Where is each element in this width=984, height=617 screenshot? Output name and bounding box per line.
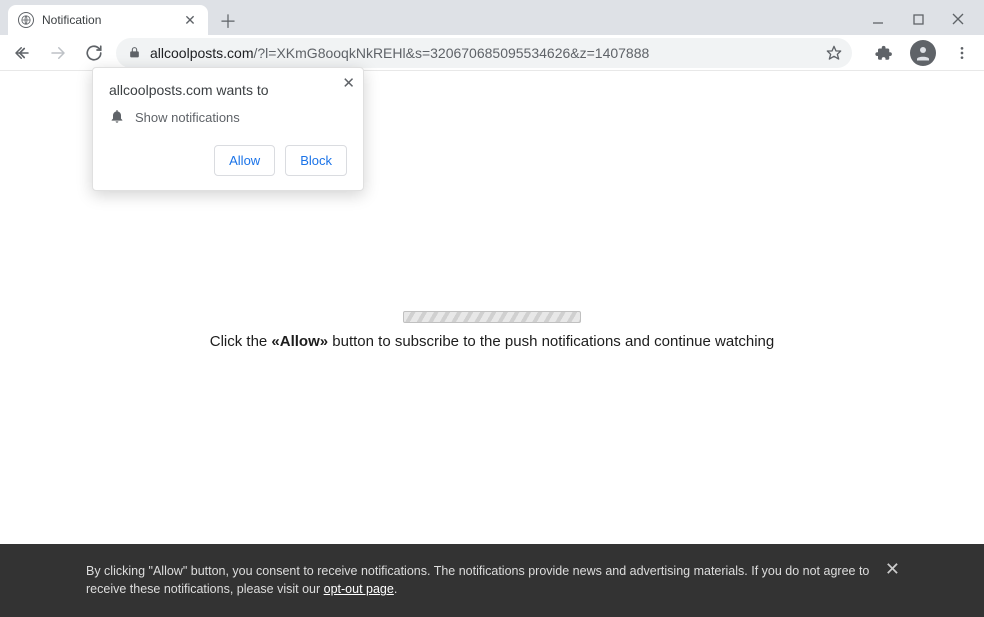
page-center: Click the «Allow» button to subscribe to… xyxy=(0,311,984,350)
tab-close-icon[interactable]: ✕ xyxy=(182,12,198,28)
tab-title: Notification xyxy=(42,13,174,27)
consent-bar: ✕ By clicking "Allow" button, you consen… xyxy=(0,544,984,617)
extensions-icon[interactable] xyxy=(870,39,898,67)
block-button[interactable]: Block xyxy=(285,145,347,176)
consent-text-2: . xyxy=(394,582,397,596)
page-viewport: ✕ allcoolposts.com wants to Show notific… xyxy=(0,71,984,617)
globe-icon xyxy=(18,12,34,28)
menu-kebab-icon[interactable] xyxy=(948,39,976,67)
browser-tab[interactable]: Notification ✕ xyxy=(8,5,208,35)
window-minimize-icon[interactable] xyxy=(866,7,890,31)
window-close-icon[interactable] xyxy=(946,7,970,31)
instruction-text: Click the «Allow» button to subscribe to… xyxy=(0,333,984,350)
allow-button[interactable]: Allow xyxy=(214,145,275,176)
prompt-title: allcoolposts.com wants to xyxy=(109,82,347,98)
prompt-item-text: Show notifications xyxy=(135,110,240,125)
window-titlebar: Notification ✕ ＋ xyxy=(0,0,984,35)
url-path: /?l=XKmG8ooqkNkREHl&s=320670685095534626… xyxy=(254,45,650,61)
back-button[interactable] xyxy=(8,39,36,67)
forward-button xyxy=(44,39,72,67)
url-text: allcoolposts.com/?l=XKmG8ooqkNkREHl&s=32… xyxy=(150,45,818,61)
msg-pre: Click the xyxy=(210,333,272,350)
opt-out-link[interactable]: opt-out page xyxy=(324,582,394,596)
notification-permission-prompt: ✕ allcoolposts.com wants to Show notific… xyxy=(92,67,364,191)
new-tab-button[interactable]: ＋ xyxy=(214,7,242,35)
msg-bold: «Allow» xyxy=(271,333,328,350)
msg-post: button to subscribe to the push notifica… xyxy=(328,333,774,350)
browser-toolbar: allcoolposts.com/?l=XKmG8ooqkNkREHl&s=32… xyxy=(0,35,984,71)
fake-progress-bar xyxy=(403,311,581,323)
profile-avatar-icon[interactable] xyxy=(910,40,936,66)
window-controls xyxy=(866,5,984,35)
toolbar-right xyxy=(860,39,976,67)
window-maximize-icon[interactable] xyxy=(906,7,930,31)
tab-strip: Notification ✕ ＋ xyxy=(0,0,866,35)
bookmark-star-icon[interactable] xyxy=(826,45,842,61)
consent-text-1: By clicking "Allow" button, you consent … xyxy=(86,564,869,597)
url-host: allcoolposts.com xyxy=(150,45,254,61)
prompt-close-icon[interactable]: ✕ xyxy=(342,74,355,92)
address-bar[interactable]: allcoolposts.com/?l=XKmG8ooqkNkREHl&s=32… xyxy=(116,38,852,68)
consent-close-icon[interactable]: ✕ xyxy=(885,556,900,583)
lock-icon xyxy=(126,45,142,61)
reload-button[interactable] xyxy=(80,39,108,67)
bell-icon xyxy=(109,108,125,127)
